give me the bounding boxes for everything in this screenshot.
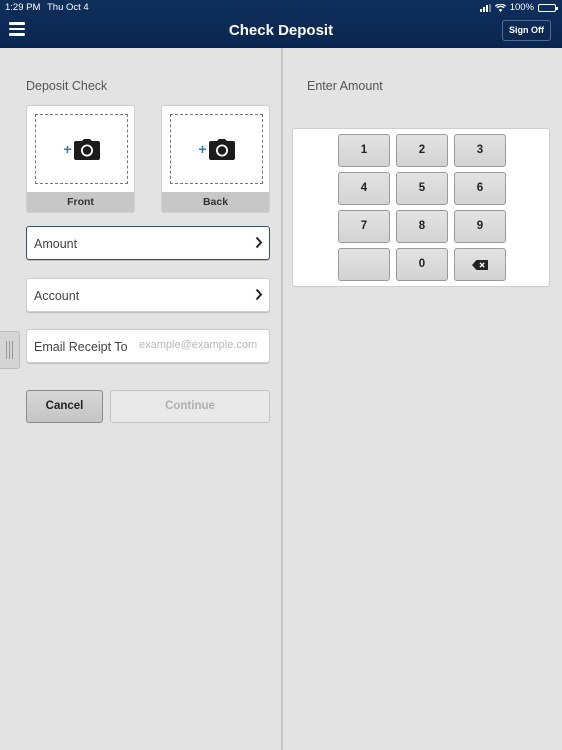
key-7[interactable]: 7 xyxy=(338,210,390,243)
status-indicators: 100% xyxy=(479,2,558,13)
backspace-key[interactable] xyxy=(454,248,506,281)
email-input[interactable] xyxy=(139,339,265,351)
key-6[interactable]: 6 xyxy=(454,172,506,205)
amount-keypad-panel: Enter Amount 1 2 3 4 5 6 7 8 9 0 xyxy=(283,48,562,750)
sign-off-button[interactable]: Sign Off xyxy=(502,20,551,41)
key-blank[interactable] xyxy=(338,248,390,281)
key-5[interactable]: 5 xyxy=(396,172,448,205)
amount-field[interactable]: Amount xyxy=(26,226,270,260)
back-photo-capture[interactable]: + Back xyxy=(161,105,270,213)
key-1[interactable]: 1 xyxy=(338,134,390,167)
panel-drag-handle-icon[interactable] xyxy=(0,331,20,369)
key-4[interactable]: 4 xyxy=(338,172,390,205)
account-label: Account xyxy=(34,289,80,303)
wifi-icon xyxy=(494,3,506,12)
key-3[interactable]: 3 xyxy=(454,134,506,167)
cellular-signal-icon xyxy=(479,3,491,12)
email-receipt-field: Email Receipt To xyxy=(26,329,270,363)
front-photo-dropzone: + xyxy=(35,114,128,184)
account-field[interactable]: Account xyxy=(26,278,270,312)
numeric-keypad: 1 2 3 4 5 6 7 8 9 0 xyxy=(292,128,550,287)
battery-icon xyxy=(538,3,558,12)
backspace-icon xyxy=(472,259,488,270)
battery-percent: 100% xyxy=(509,2,534,13)
key-9[interactable]: 9 xyxy=(454,210,506,243)
key-0[interactable]: 0 xyxy=(396,248,448,281)
cancel-button[interactable]: Cancel xyxy=(26,390,103,423)
status-time: 1:29 PM xyxy=(5,2,41,13)
deposit-form-panel: Deposit Check + Front + Back Amount Acco… xyxy=(0,48,281,750)
key-8[interactable]: 8 xyxy=(396,210,448,243)
camera-icon xyxy=(208,138,235,160)
chevron-right-icon xyxy=(255,288,263,301)
enter-amount-heading: Enter Amount xyxy=(307,79,383,93)
key-2[interactable]: 2 xyxy=(396,134,448,167)
deposit-check-heading: Deposit Check xyxy=(26,79,108,93)
email-receipt-label: Email Receipt To xyxy=(34,340,128,354)
status-date: Thu Oct 4 xyxy=(47,2,89,13)
add-plus-icon: + xyxy=(198,141,207,157)
page-title: Check Deposit xyxy=(228,22,334,39)
continue-button[interactable]: Continue xyxy=(110,390,270,423)
back-photo-label: Back xyxy=(162,192,269,212)
chevron-right-icon xyxy=(255,236,263,249)
amount-label: Amount xyxy=(34,237,78,251)
camera-icon xyxy=(73,138,100,160)
front-photo-capture[interactable]: + Front xyxy=(26,105,135,213)
add-plus-icon: + xyxy=(63,141,72,157)
back-photo-dropzone: + xyxy=(170,114,263,184)
front-photo-label: Front xyxy=(27,192,134,212)
app-header: 1:29 PM Thu Oct 4 100% Check Deposit Sig… xyxy=(0,0,562,48)
